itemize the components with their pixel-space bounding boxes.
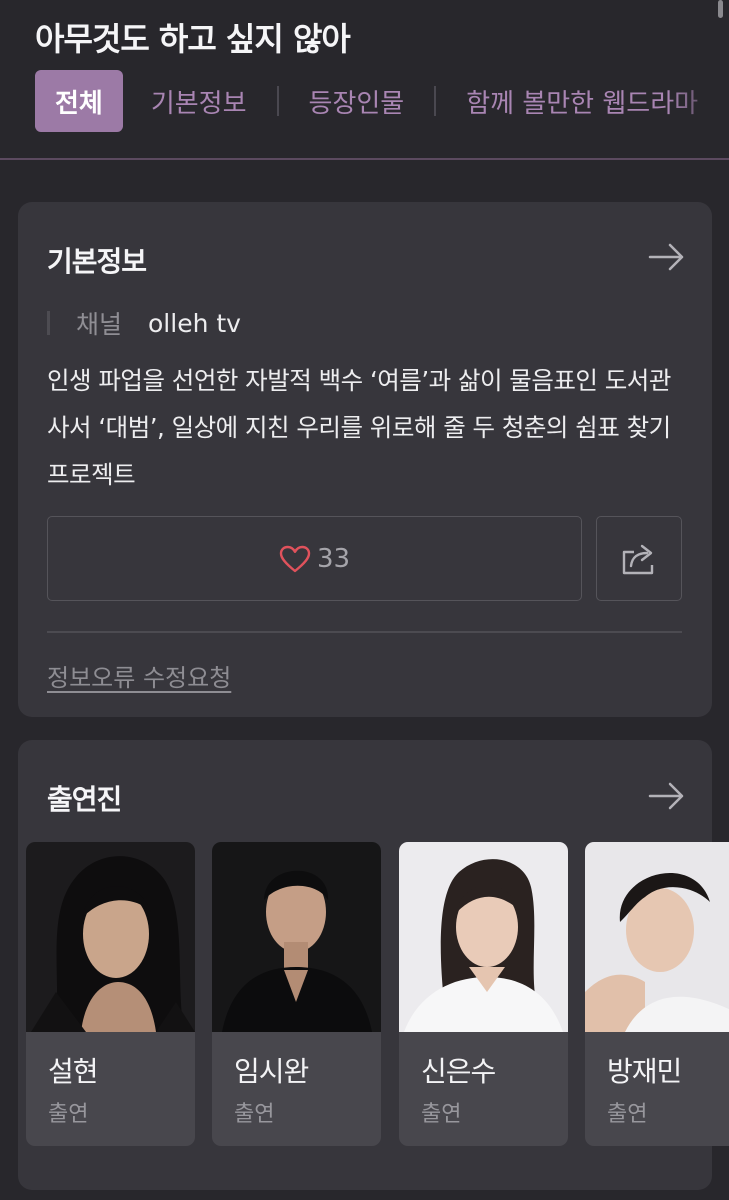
cast-photo bbox=[399, 842, 568, 1032]
title-bar: 아무것도 하고 싶지 않아 bbox=[35, 14, 709, 60]
cast-photo bbox=[212, 842, 381, 1032]
report-error-link[interactable]: 정보오류 수정요청 bbox=[47, 658, 231, 693]
cast-role: 출연 bbox=[607, 1102, 648, 1127]
channel-row: 채널 olleh tv bbox=[47, 308, 241, 339]
scrollbar[interactable] bbox=[718, 0, 723, 18]
synopsis: 인생 파업을 선언한 자발적 백수 ‘여름’과 삶이 물음표인 도서관 사서 ‘… bbox=[47, 366, 671, 489]
cast-name: 신은수 bbox=[421, 1055, 496, 1088]
cast-photo bbox=[585, 842, 729, 1032]
cast-member-card[interactable]: 방재민 출연 bbox=[585, 842, 729, 1146]
basic-info-heading: 기본정보 bbox=[47, 245, 147, 278]
like-button[interactable]: 33 bbox=[47, 516, 582, 601]
cast-member-card[interactable]: 신은수 출연 bbox=[399, 842, 568, 1146]
tab-characters[interactable]: 등장인물 bbox=[309, 70, 405, 132]
tab-basic-info[interactable]: 기본정보 bbox=[151, 70, 247, 132]
channel-value: olleh tv bbox=[148, 308, 241, 338]
cast-name: 방재민 bbox=[607, 1055, 682, 1088]
cast-member-card[interactable]: 임시완 출연 bbox=[212, 842, 381, 1146]
cast-role: 출연 bbox=[421, 1102, 462, 1127]
cast-member-card[interactable]: 설현 출연 bbox=[26, 842, 195, 1146]
tab-separator bbox=[276, 86, 279, 116]
cast-heading: 출연진 bbox=[47, 783, 122, 816]
heart-icon bbox=[279, 545, 311, 572]
cast-role: 출연 bbox=[48, 1102, 89, 1127]
cast-name: 임시완 bbox=[234, 1055, 309, 1088]
cast-role: 출연 bbox=[234, 1102, 275, 1127]
page-title: 아무것도 하고 싶지 않아 bbox=[35, 20, 351, 58]
tab-all[interactable]: 전체 bbox=[35, 70, 123, 132]
share-icon bbox=[622, 544, 654, 574]
tab-separator bbox=[434, 86, 437, 116]
divider bbox=[47, 631, 682, 633]
tab-recommended-webdramas[interactable]: 함께 볼만한 웹드라마 bbox=[466, 70, 698, 132]
cast-name: 설현 bbox=[48, 1055, 99, 1088]
channel-label: 채널 bbox=[76, 310, 123, 339]
arrow-right-icon[interactable] bbox=[648, 781, 686, 811]
header-divider bbox=[0, 158, 729, 160]
tab-fade-overlay bbox=[669, 70, 729, 132]
like-count: 33 bbox=[316, 543, 351, 574]
cast-photo bbox=[26, 842, 195, 1032]
share-button[interactable] bbox=[596, 516, 682, 601]
arrow-right-icon[interactable] bbox=[648, 242, 686, 272]
tab-bar: 전체 기본정보 등장인물 함께 볼만한 웹드라마 bbox=[35, 70, 729, 132]
channel-bar bbox=[47, 311, 50, 335]
